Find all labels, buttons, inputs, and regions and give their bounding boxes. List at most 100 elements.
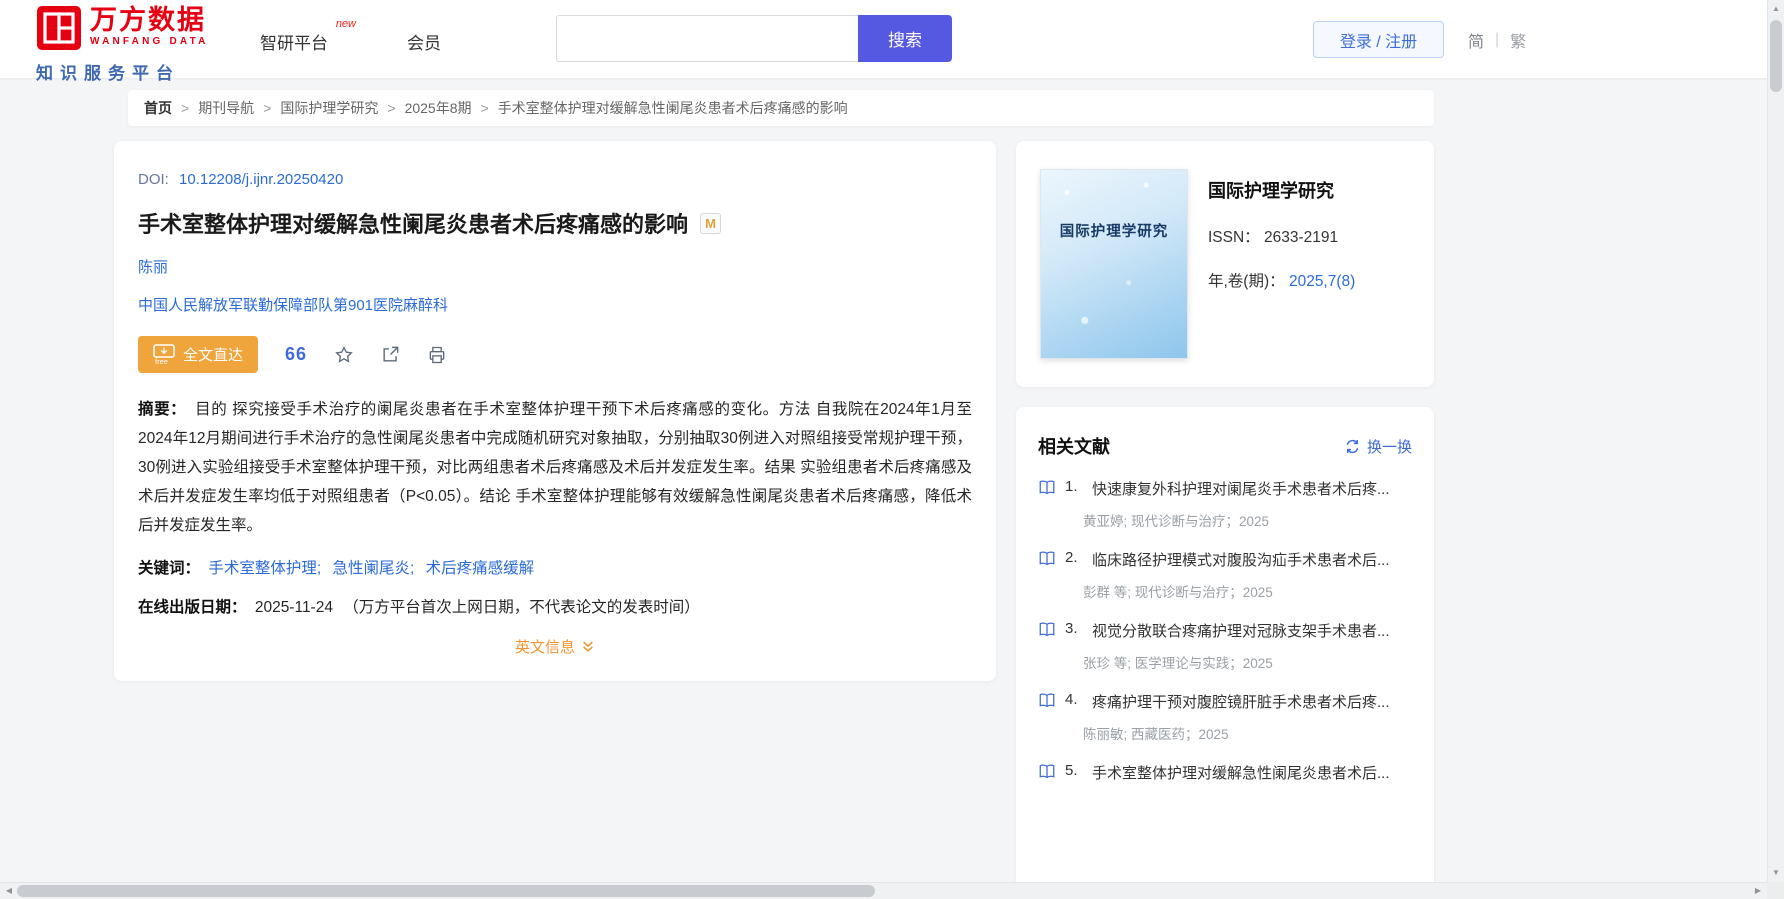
brand-block: 万方数据 WANFANG DATA	[90, 5, 209, 47]
search-input[interactable]	[556, 15, 858, 62]
pubdate-label: 在线出版日期：	[138, 599, 247, 616]
keywords-label: 关键词：	[138, 560, 201, 577]
horizontal-scrollbar[interactable]: ◀ ▶	[0, 882, 1767, 899]
related-item-meta: 张珍 等; 医学理论与实践；2025	[1083, 656, 1273, 671]
volume-link[interactable]: 2025,7(8)	[1289, 273, 1355, 290]
free-fulltext-icon: free	[153, 344, 175, 365]
refresh-related-button[interactable]: 换一换	[1344, 436, 1412, 457]
issn-value: 2633-2191	[1264, 229, 1339, 246]
breadcrumb-separator: >	[181, 100, 190, 116]
abstract-text: 目的 探究接受手术治疗的阑尾炎患者在手术室整体护理干预下术后疼痛感的变化。方法 …	[138, 401, 972, 534]
affiliation-line: 中国人民解放军联勤保障部队第901医院麻醉科	[138, 294, 972, 315]
article-title: 手术室整体护理对缓解急性阑尾炎患者术后疼痛感的影响	[138, 212, 689, 237]
english-info-toggle[interactable]: 英文信息	[138, 636, 972, 657]
related-item: 3. 视觉分散联合疼痛护理对冠脉支架手术患者... 张珍 等; 医学理论与实践；…	[1038, 620, 1412, 672]
fulltext-label: 全文直达	[183, 347, 244, 364]
related-item-title[interactable]: 临床路径护理模式对腹股沟疝手术患者术后...	[1092, 549, 1390, 570]
article-card: DOI: 10.12208/j.ijnr.20250420 手术室整体护理对缓解…	[114, 141, 996, 681]
search-button[interactable]: 搜索	[858, 15, 952, 62]
breadcrumb-separator: >	[387, 100, 396, 116]
wanfang-logo-icon	[36, 5, 82, 56]
book-icon	[1038, 621, 1056, 638]
pubdate-note: （万方平台首次上网日期，不代表论文的发表时间）	[343, 599, 700, 616]
scroll-right-arrow-icon[interactable]: ▶	[1750, 883, 1766, 899]
title-line: 手术室整体护理对缓解急性阑尾炎患者术后疼痛感的影响 M	[138, 207, 972, 239]
brand-name: 万方数据	[90, 5, 206, 35]
volume-row: 年,卷(期)： 2025,7(8)	[1208, 269, 1355, 291]
doi-link[interactable]: 10.12208/j.ijnr.20250420	[179, 171, 343, 188]
pubdate-value: 2025-11-24	[254, 599, 333, 616]
lang-simplified[interactable]: 简	[1468, 28, 1484, 52]
nav-zhiyan-platform[interactable]: 智研平台 new	[260, 18, 356, 54]
breadcrumb: 首页 > 期刊导航 > 国际护理学研究 > 2025年8期 > 手术室整体护理对…	[128, 90, 1434, 126]
share-icon[interactable]	[381, 345, 400, 364]
vertical-scroll-thumb[interactable]	[1770, 20, 1782, 92]
author-link[interactable]: 陈丽	[138, 259, 168, 276]
chevron-double-down-icon	[581, 639, 595, 654]
login-register-button[interactable]: 登录 / 注册	[1313, 21, 1444, 58]
doi-line: DOI: 10.12208/j.ijnr.20250420	[138, 171, 972, 188]
breadcrumb-current: 手术室整体护理对缓解急性阑尾炎患者术后疼痛感的影响	[497, 100, 848, 116]
related-articles-card: 相关文献 换一换 1. 快速康复外科护理对阑尾炎手术患者术后疼... 黄亚婷; …	[1016, 407, 1434, 899]
medline-badge: M	[700, 212, 722, 234]
refresh-icon	[1344, 438, 1361, 455]
related-item: 4. 疼痛护理干预对腹腔镜肝脏手术患者术后疼... 陈丽敏; 西藏医药；2025	[1038, 691, 1412, 743]
favorite-star-icon[interactable]	[334, 345, 354, 365]
journal-name[interactable]: 国际护理学研究	[1208, 177, 1355, 203]
breadcrumb-issue[interactable]: 2025年8期	[405, 98, 472, 118]
vertical-scrollbar[interactable]: ▲ ▼	[1767, 0, 1784, 899]
journal-cover-title: 国际护理学研究	[1059, 224, 1169, 240]
breadcrumb-journal[interactable]: 国际护理学研究	[280, 98, 378, 118]
related-item-title[interactable]: 手术室整体护理对缓解急性阑尾炎患者术后...	[1092, 762, 1390, 783]
related-item-number: 4.	[1065, 691, 1078, 708]
lang-divider: |	[1495, 31, 1500, 48]
new-badge: new	[335, 18, 356, 30]
wanfang-article-page: 万方数据 WANFANG DATA 知识服务平台 智研平台 new 会员 搜索 …	[0, 0, 1784, 899]
book-icon	[1038, 692, 1056, 709]
brand-name-en: WANFANG DATA	[90, 36, 209, 47]
volume-label: 年,卷(期)：	[1208, 273, 1285, 290]
related-item-meta: 彭群 等; 现代诊断与治疗；2025	[1083, 585, 1273, 600]
abstract-paragraph: 摘要： 目的 探究接受手术治疗的阑尾炎患者在手术室整体护理干预下术后疼痛感的变化…	[138, 395, 972, 540]
content-area: 首页 > 期刊导航 > 国际护理学研究 > 2025年8期 > 手术室整体护理对…	[114, 90, 1434, 899]
nav-zhiyan-label: 智研平台	[260, 34, 328, 53]
right-sidebar: 国际护理学研究 国际护理学研究 ISSN： 2633-2191 年,卷(期)： …	[1016, 141, 1434, 899]
search-bar: 搜索	[556, 15, 952, 62]
keyword-link[interactable]: 手术室整体护理;	[208, 560, 321, 577]
nav-member[interactable]: 会员	[407, 29, 441, 54]
related-item-number: 3.	[1065, 620, 1078, 637]
author-line: 陈丽	[138, 256, 972, 277]
pubdate-line: 在线出版日期： 2025-11-24 （万方平台首次上网日期，不代表论文的发表时…	[138, 595, 972, 617]
keywords-line: 关键词： 手术室整体护理; 急性阑尾炎; 术后疼痛感缓解	[138, 556, 972, 578]
related-item-title[interactable]: 视觉分散联合疼痛护理对冠脉支架手术患者...	[1092, 620, 1390, 641]
breadcrumb-home[interactable]: 首页	[144, 98, 172, 118]
svg-text:free: free	[155, 357, 168, 365]
related-item-title[interactable]: 快速康复外科护理对阑尾炎手术患者术后疼...	[1092, 478, 1390, 499]
wanfang-logo[interactable]: 万方数据 WANFANG DATA 知识服务平台	[36, 5, 209, 84]
related-item-title[interactable]: 疼痛护理干预对腹腔镜肝脏手术患者术后疼...	[1092, 691, 1390, 712]
breadcrumb-journal-nav[interactable]: 期刊导航	[198, 98, 254, 118]
doi-label: DOI:	[138, 171, 169, 188]
horizontal-scroll-thumb[interactable]	[17, 885, 875, 897]
lang-traditional[interactable]: 繁	[1510, 28, 1526, 52]
book-icon	[1038, 763, 1056, 780]
cite-quote-icon[interactable]: 66	[285, 344, 307, 365]
related-title: 相关文献	[1038, 437, 1110, 457]
scrollbar-corner	[1767, 882, 1784, 899]
language-switch: 简 | 繁	[1468, 28, 1526, 52]
issn-row: ISSN： 2633-2191	[1208, 225, 1355, 247]
related-item: 1. 快速康复外科护理对阑尾炎手术患者术后疼... 黄亚婷; 现代诊断与治疗；2…	[1038, 478, 1412, 530]
scroll-left-arrow-icon[interactable]: ◀	[1, 883, 17, 899]
scroll-down-arrow-icon[interactable]: ▼	[1768, 865, 1784, 881]
keyword-link[interactable]: 急性阑尾炎;	[332, 560, 414, 577]
scroll-up-arrow-icon[interactable]: ▲	[1768, 1, 1784, 17]
affiliation-link[interactable]: 中国人民解放军联勤保障部队第901医院麻醉科	[138, 297, 448, 314]
keyword-link[interactable]: 术后疼痛感缓解	[426, 560, 535, 577]
journal-cover[interactable]: 国际护理学研究	[1040, 169, 1188, 359]
print-icon[interactable]	[427, 345, 447, 365]
brand-tagline: 知识服务平台	[36, 64, 180, 83]
related-item-number: 2.	[1065, 549, 1078, 566]
fulltext-button[interactable]: free 全文直达	[138, 336, 259, 373]
book-icon	[1038, 479, 1056, 496]
abstract-label: 摘要：	[138, 401, 187, 418]
